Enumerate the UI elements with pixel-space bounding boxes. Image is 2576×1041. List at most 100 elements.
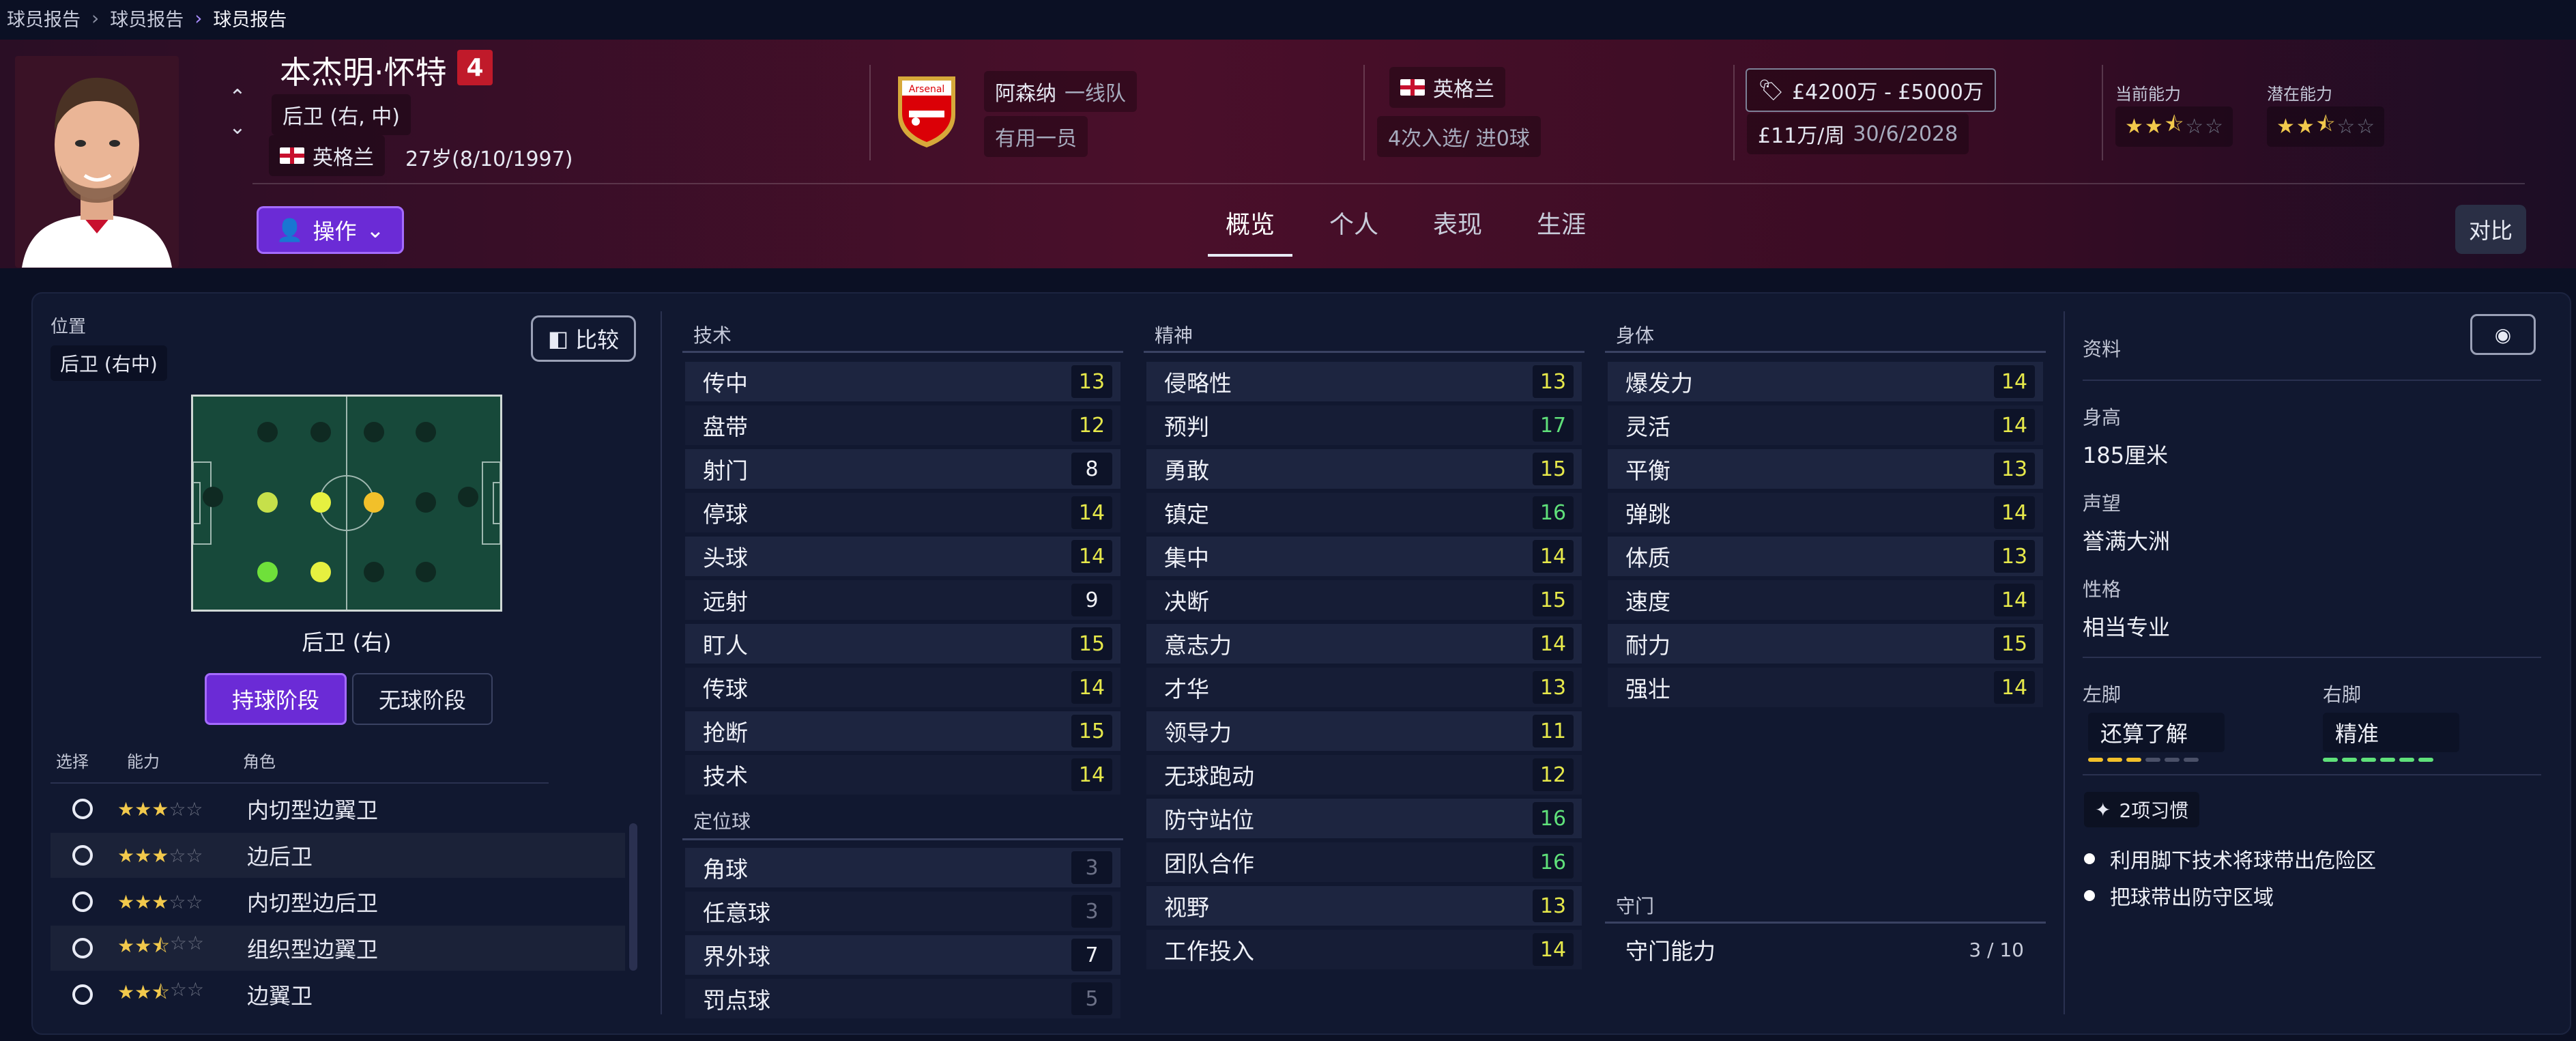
contract-chip: £11万/周 30/6/2028 <box>1747 113 1969 154</box>
attribute-row[interactable]: 工作投入 14 <box>1146 930 1582 969</box>
attribute-value: 12 <box>1071 409 1112 442</box>
foot-level-segment <box>2323 758 2338 762</box>
role-name: 组织型边翼卫 <box>247 937 379 962</box>
transfer-value-chip[interactable]: 🏷 £4200万 - £5000万 <box>1746 68 1996 112</box>
attribute-row[interactable]: 侵略性 13 <box>1146 362 1582 401</box>
radio-button[interactable] <box>72 984 93 1005</box>
international-chip[interactable]: 英格兰 <box>1389 67 1505 108</box>
right-foot-label: 右脚 <box>2323 683 2362 706</box>
in-possession-button[interactable]: 持球阶段 <box>205 673 347 725</box>
tab-personal[interactable]: 个人 <box>1312 198 1396 257</box>
squad-status-chip: 有用一员 <box>984 116 1088 157</box>
compare-button[interactable]: 对比 <box>2455 205 2526 254</box>
roles-scrollbar[interactable] <box>629 823 637 971</box>
breadcrumb-item[interactable]: 球员报告 <box>7 5 81 31</box>
attribute-value: 14 <box>1071 671 1112 704</box>
col-ability: 能力 <box>127 752 160 771</box>
attribute-row[interactable]: 决断 15 <box>1146 580 1582 620</box>
tab-performance[interactable]: 表现 <box>1415 198 1500 257</box>
attribute-row[interactable]: 镇定 16 <box>1146 493 1582 532</box>
player-card-button[interactable]: ◉ <box>2470 314 2536 355</box>
radio-button[interactable] <box>72 938 93 958</box>
attribute-row[interactable]: 技术 14 <box>685 755 1120 795</box>
attribute-row[interactable]: 罚点球 5 <box>685 979 1120 1018</box>
role-row[interactable]: ★★★ ☆☆ 内切型边翼卫 <box>50 786 625 831</box>
attribute-row[interactable]: 射门 8 <box>685 449 1120 489</box>
radio-button[interactable] <box>72 799 93 819</box>
attribute-row[interactable]: 领导力 11 <box>1146 711 1582 751</box>
attribute-row[interactable]: 预判 17 <box>1146 405 1582 445</box>
attribute-row[interactable]: 平衡 13 <box>1608 449 2043 489</box>
attribute-row[interactable]: 无球跑动 12 <box>1146 755 1582 795</box>
attribute-row[interactable]: 弹跳 14 <box>1608 493 2043 532</box>
actions-button[interactable]: 👤 操作 ⌄ <box>257 206 404 254</box>
attribute-row[interactable]: 盯人 15 <box>685 624 1120 664</box>
attribute-row[interactable]: 传中 13 <box>685 362 1120 401</box>
attribute-row[interactable]: 视野 13 <box>1146 886 1582 926</box>
tab-overview[interactable]: 概览 <box>1208 198 1293 257</box>
current-ability-stars: ★ ★ ⯪ ☆ ☆ <box>2115 106 2233 147</box>
role-row[interactable]: ★★★ ☆☆ 内切型边后卫 <box>50 879 625 924</box>
compare-position-button[interactable]: ◧ 比较 <box>531 315 636 362</box>
attribute-value: 13 <box>1533 365 1574 398</box>
breadcrumb-current: 球员报告 <box>213 9 287 31</box>
attribute-name: 强壮 <box>1625 676 1670 702</box>
attribute-row[interactable]: 防守站位 16 <box>1146 799 1582 838</box>
attribute-value: 14 <box>1994 365 2035 398</box>
pitch-position-dot <box>364 492 384 513</box>
tab-career[interactable]: 生涯 <box>1519 198 1604 257</box>
attribute-row[interactable]: 任意球 3 <box>685 892 1120 931</box>
attribute-row[interactable]: 停球 14 <box>685 493 1120 532</box>
attribute-value: 14 <box>1533 540 1574 573</box>
pitch-caption: 后卫 (右) <box>302 629 392 655</box>
foot-level-segment <box>2165 758 2180 762</box>
attribute-row[interactable]: 盘带 12 <box>685 405 1120 445</box>
attribute-value: 14 <box>1994 671 2035 704</box>
attribute-row[interactable]: 强壮 14 <box>1608 668 2043 707</box>
attribute-row[interactable]: 抢断 15 <box>685 711 1120 751</box>
attribute-row[interactable]: 勇敢 15 <box>1146 449 1582 489</box>
attribute-row[interactable]: 才华 13 <box>1146 668 1582 707</box>
attribute-row[interactable]: 灵活 14 <box>1608 405 2043 445</box>
pitch-position-dot <box>310 492 331 513</box>
radio-button[interactable] <box>72 845 93 866</box>
bullet-icon <box>2084 853 2095 864</box>
foot-level-segment <box>2184 758 2199 762</box>
attribute-value: 15 <box>1071 627 1112 660</box>
out-of-possession-button[interactable]: 无球阶段 <box>352 673 493 725</box>
attribute-value: 14 <box>1533 933 1574 966</box>
attribute-row[interactable]: 界外球 7 <box>685 935 1120 975</box>
england-flag-icon <box>1400 79 1425 96</box>
set-pieces-title: 定位球 <box>693 810 751 833</box>
attribute-row[interactable]: 传球 14 <box>685 668 1120 707</box>
role-row[interactable]: ★★⯪ ☆☆ 组织型边翼卫 <box>50 926 625 971</box>
attribute-row[interactable]: 意志力 14 <box>1146 624 1582 664</box>
attribute-row[interactable]: 爆发力 14 <box>1608 362 2043 401</box>
attribute-row[interactable]: 速度 14 <box>1608 580 2043 620</box>
role-row[interactable]: ★★★ ☆☆ 边后卫 <box>50 833 625 878</box>
radio-button[interactable] <box>72 892 93 912</box>
attribute-row[interactable]: 耐力 15 <box>1608 624 2043 664</box>
habit-item: 利用脚下技术将球带出危险区 <box>2084 844 2376 874</box>
breadcrumb-item[interactable]: 球员报告 <box>110 5 184 31</box>
attribute-row[interactable]: 集中 14 <box>1146 537 1582 576</box>
next-player-button[interactable]: ⌄ <box>224 113 251 141</box>
role-stars: ★★⯪ ☆☆ <box>117 978 204 1003</box>
attribute-row[interactable]: 体质 13 <box>1608 537 2043 576</box>
club-chip[interactable]: 阿森纳 一线队 <box>984 71 1137 112</box>
club-crest-icon[interactable]: Arsenal <box>894 72 959 149</box>
habits-chip[interactable]: ✦ 2项习惯 <box>2084 792 2200 827</box>
attribute-name: 界外球 <box>703 943 770 970</box>
col-role: 角色 <box>243 752 276 771</box>
previous-player-button[interactable]: ⌃ <box>224 83 251 111</box>
attribute-row[interactable]: 头球 14 <box>685 537 1120 576</box>
attribute-row[interactable]: 团队合作 16 <box>1146 842 1582 882</box>
role-name: 内切型边翼卫 <box>247 797 379 823</box>
nationality-chip[interactable]: 英格兰 <box>269 135 385 176</box>
goalkeeping-row[interactable]: 守门能力 3 / 10 <box>1608 930 2043 969</box>
attribute-value: 9 <box>1071 584 1112 616</box>
price-tag-icon: 🏷 <box>1758 78 1784 102</box>
attribute-row[interactable]: 远射 9 <box>685 580 1120 620</box>
role-row[interactable]: ★★⯪ ☆☆ 边翼卫 <box>50 972 625 1017</box>
attribute-row[interactable]: 角球 3 <box>685 848 1120 887</box>
